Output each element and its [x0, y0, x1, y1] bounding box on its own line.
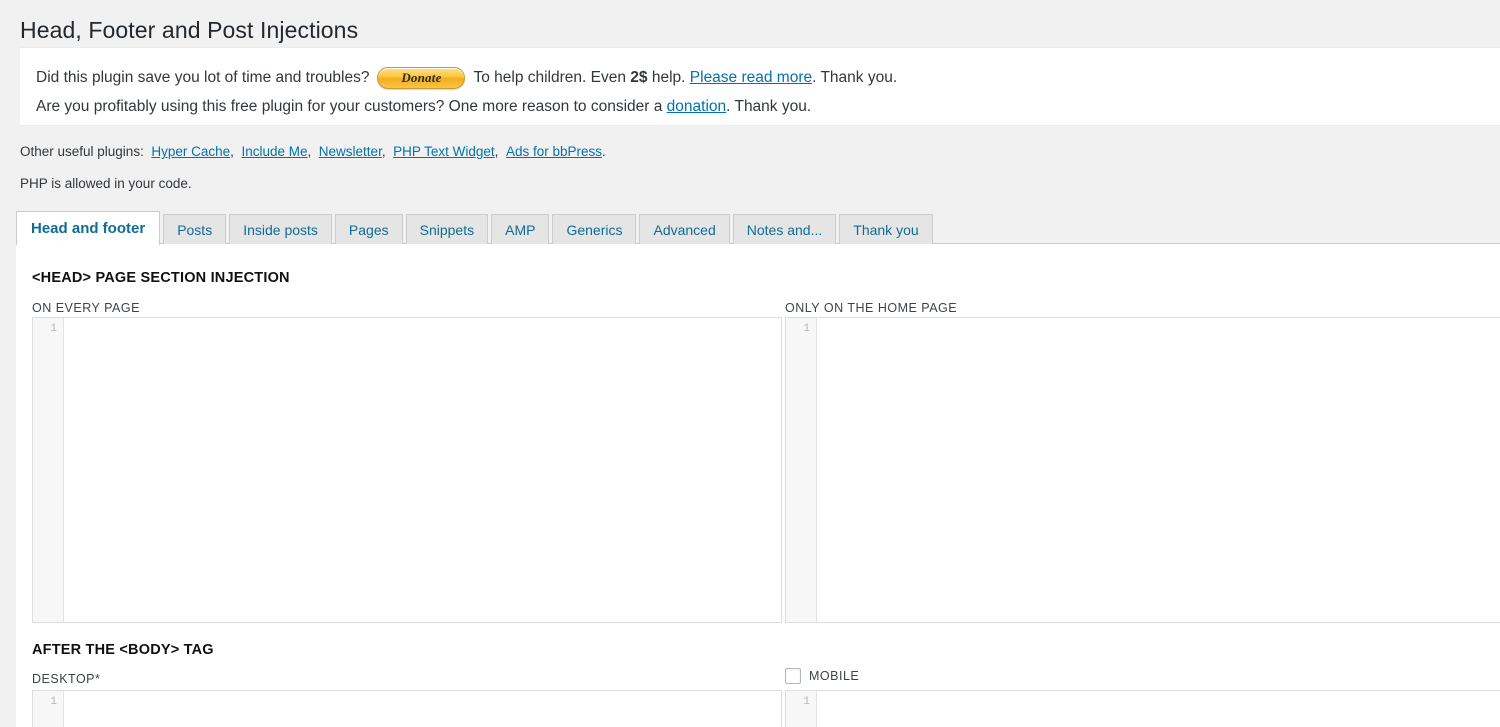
notice-line-1-text: Did this plugin save you lot of time and…: [36, 66, 369, 89]
please-read-more-link[interactable]: Please read more: [690, 66, 812, 89]
notice-amount: 2$: [630, 66, 647, 89]
editor-body-desktop[interactable]: 1: [32, 690, 782, 727]
other-plugins-line: Other useful plugins: Hyper Cache, Inclu…: [20, 143, 606, 161]
editor-body-mobile[interactable]: 1: [785, 690, 1500, 727]
editor-gutter: 1: [786, 691, 817, 727]
notice-line-1-mid: To help children. Even: [473, 66, 626, 89]
editor-code-area[interactable]: [817, 691, 1500, 727]
notice-line-1-help: help.: [652, 66, 686, 89]
notice-line-1: Did this plugin save you lot of time and…: [36, 66, 1500, 89]
tab-thank-you[interactable]: Thank you: [839, 214, 932, 244]
plugin-link-php-text-widget[interactable]: PHP Text Widget: [393, 144, 495, 159]
editor-code-area[interactable]: [64, 691, 781, 727]
other-plugins-label: Other useful plugins:: [20, 144, 144, 159]
sep-1: ,: [230, 144, 234, 159]
tab-inside-posts[interactable]: Inside posts: [229, 214, 332, 244]
notice-line-2-end: . Thank you.: [726, 95, 811, 118]
label-mobile-row: MOBILE: [785, 668, 859, 684]
sep-4: ,: [495, 144, 499, 159]
tab-panel-head-and-footer: <HEAD> PAGE SECTION INJECTION ON EVERY P…: [16, 243, 1500, 727]
tab-pages[interactable]: Pages: [335, 214, 403, 244]
tab-bar: Head and footer Posts Inside posts Pages…: [16, 212, 1500, 244]
tab-notes-and[interactable]: Notes and...: [733, 214, 837, 244]
editor-head-every-page[interactable]: 1: [32, 317, 782, 623]
notice-line-2-text: Are you profitably using this free plugi…: [36, 95, 662, 118]
tab-snippets[interactable]: Snippets: [406, 214, 488, 244]
label-desktop: DESKTOP*: [32, 672, 100, 686]
plugin-link-include-me[interactable]: Include Me: [241, 144, 307, 159]
tab-list: Head and footer Posts Inside posts Pages…: [16, 212, 1500, 244]
notice-line-1-end: . Thank you.: [812, 66, 897, 89]
editor-head-home-page[interactable]: 1: [785, 317, 1500, 623]
editor-gutter: 1: [786, 318, 817, 622]
tab-amp[interactable]: AMP: [491, 214, 549, 244]
plugin-link-hyper-cache[interactable]: Hyper Cache: [151, 144, 230, 159]
label-on-every-page: ON EVERY PAGE: [32, 301, 140, 315]
php-allowed-note: PHP is allowed in your code.: [20, 175, 192, 193]
editor-code-area[interactable]: [817, 318, 1500, 622]
label-only-on-home-page: ONLY ON THE HOME PAGE: [785, 301, 957, 315]
plugin-link-newsletter[interactable]: Newsletter: [319, 144, 382, 159]
donation-link[interactable]: donation: [667, 95, 726, 118]
tab-posts[interactable]: Posts: [163, 214, 226, 244]
sep-3: ,: [382, 144, 386, 159]
body-section-title: AFTER THE <BODY> TAG: [32, 642, 214, 658]
head-section-title: <HEAD> PAGE SECTION INJECTION: [32, 270, 290, 286]
editor-gutter: 1: [33, 691, 64, 727]
sep-2: ,: [308, 144, 312, 159]
tab-head-and-footer[interactable]: Head and footer: [16, 211, 160, 245]
tab-advanced[interactable]: Advanced: [639, 214, 729, 244]
tab-generics[interactable]: Generics: [552, 214, 636, 244]
notice-line-2: Are you profitably using this free plugi…: [36, 95, 1500, 118]
mobile-checkbox[interactable]: [785, 668, 801, 684]
editor-gutter: 1: [33, 318, 64, 622]
donation-notice-panel: Did this plugin save you lot of time and…: [20, 47, 1500, 126]
donate-button[interactable]: Donate: [377, 67, 465, 89]
admin-page: Head, Footer and Post Injections Did thi…: [0, 0, 1500, 727]
label-mobile: MOBILE: [809, 669, 859, 683]
sep-5: .: [602, 144, 606, 159]
editor-code-area[interactable]: [64, 318, 781, 622]
plugin-link-ads-for-bbpress[interactable]: Ads for bbPress: [506, 144, 602, 159]
